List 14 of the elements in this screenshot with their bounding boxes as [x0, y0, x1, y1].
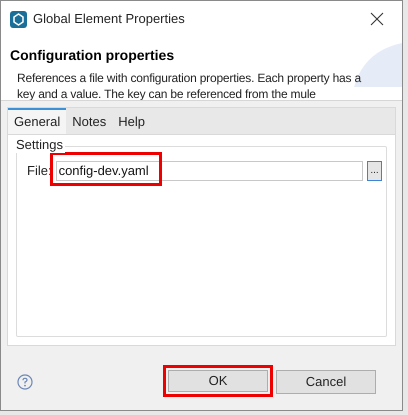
app-logo-icon — [10, 10, 27, 28]
file-label: File: — [27, 162, 52, 180]
header-title: Configuration properties — [10, 46, 176, 65]
dialog-button[interactable]: Cancel — [276, 370, 376, 394]
browse-button[interactable]: ... — [367, 161, 382, 181]
tab[interactable]: Help — [112, 108, 151, 134]
tab[interactable]: Notes — [66, 108, 112, 134]
dialog-button[interactable]: OK — [163, 365, 273, 397]
close-icon — [370, 12, 384, 26]
group-title: Settings — [16, 137, 65, 153]
tab[interactable]: General — [8, 108, 66, 134]
window-title: Global Element Properties — [33, 10, 186, 28]
file-input-field[interactable]: config-dev.yaml — [56, 160, 363, 180]
help-icon[interactable] — [17, 374, 33, 390]
